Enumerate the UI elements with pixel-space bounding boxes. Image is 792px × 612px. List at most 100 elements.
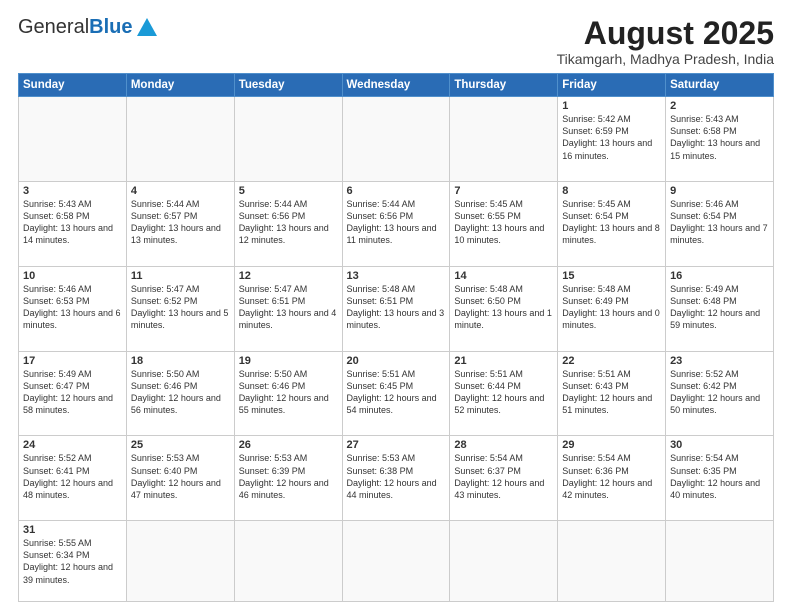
day-number: 16 [670, 270, 769, 282]
calendar-day-cell [234, 521, 342, 602]
day-info: Sunrise: 5:53 AM Sunset: 6:39 PM Dayligh… [239, 452, 338, 501]
day-info: Sunrise: 5:46 AM Sunset: 6:53 PM Dayligh… [23, 283, 122, 332]
day-number: 11 [131, 270, 230, 282]
calendar-day-cell: 4Sunrise: 5:44 AM Sunset: 6:57 PM Daylig… [126, 181, 234, 266]
calendar-day-cell [450, 521, 558, 602]
calendar-day-cell [342, 521, 450, 602]
day-info: Sunrise: 5:49 AM Sunset: 6:48 PM Dayligh… [670, 283, 769, 332]
location-subtitle: Tikamgarh, Madhya Pradesh, India [557, 51, 774, 67]
day-number: 10 [23, 270, 122, 282]
day-info: Sunrise: 5:47 AM Sunset: 6:52 PM Dayligh… [131, 283, 230, 332]
calendar-day-cell: 22Sunrise: 5:51 AM Sunset: 6:43 PM Dayli… [558, 351, 666, 436]
calendar-day-cell: 30Sunrise: 5:54 AM Sunset: 6:35 PM Dayli… [666, 436, 774, 521]
day-info: Sunrise: 5:42 AM Sunset: 6:59 PM Dayligh… [562, 113, 661, 162]
day-info: Sunrise: 5:53 AM Sunset: 6:38 PM Dayligh… [347, 452, 446, 501]
day-info: Sunrise: 5:43 AM Sunset: 6:58 PM Dayligh… [670, 113, 769, 162]
calendar-day-cell [126, 521, 234, 602]
calendar-day-cell: 20Sunrise: 5:51 AM Sunset: 6:45 PM Dayli… [342, 351, 450, 436]
day-number: 19 [239, 355, 338, 367]
calendar-day-cell: 16Sunrise: 5:49 AM Sunset: 6:48 PM Dayli… [666, 266, 774, 351]
day-info: Sunrise: 5:54 AM Sunset: 6:35 PM Dayligh… [670, 452, 769, 501]
calendar-week-row: 24Sunrise: 5:52 AM Sunset: 6:41 PM Dayli… [19, 436, 774, 521]
calendar-week-row: 10Sunrise: 5:46 AM Sunset: 6:53 PM Dayli… [19, 266, 774, 351]
day-number: 20 [347, 355, 446, 367]
day-number: 18 [131, 355, 230, 367]
day-number: 5 [239, 185, 338, 197]
calendar-day-cell [126, 97, 234, 182]
calendar-day-cell: 13Sunrise: 5:48 AM Sunset: 6:51 PM Dayli… [342, 266, 450, 351]
calendar-week-row: 17Sunrise: 5:49 AM Sunset: 6:47 PM Dayli… [19, 351, 774, 436]
calendar-header-row: SundayMondayTuesdayWednesdayThursdayFrid… [19, 74, 774, 97]
day-info: Sunrise: 5:54 AM Sunset: 6:36 PM Dayligh… [562, 452, 661, 501]
day-number: 24 [23, 439, 122, 451]
day-info: Sunrise: 5:50 AM Sunset: 6:46 PM Dayligh… [239, 368, 338, 417]
calendar-day-cell: 1Sunrise: 5:42 AM Sunset: 6:59 PM Daylig… [558, 97, 666, 182]
day-info: Sunrise: 5:49 AM Sunset: 6:47 PM Dayligh… [23, 368, 122, 417]
day-number: 17 [23, 355, 122, 367]
day-info: Sunrise: 5:52 AM Sunset: 6:42 PM Dayligh… [670, 368, 769, 417]
calendar-day-cell: 25Sunrise: 5:53 AM Sunset: 6:40 PM Dayli… [126, 436, 234, 521]
day-info: Sunrise: 5:48 AM Sunset: 6:50 PM Dayligh… [454, 283, 553, 332]
day-number: 8 [562, 185, 661, 197]
day-info: Sunrise: 5:54 AM Sunset: 6:37 PM Dayligh… [454, 452, 553, 501]
day-of-week-header: Saturday [666, 74, 774, 97]
day-info: Sunrise: 5:53 AM Sunset: 6:40 PM Dayligh… [131, 452, 230, 501]
calendar-week-row: 31Sunrise: 5:55 AM Sunset: 6:34 PM Dayli… [19, 521, 774, 602]
calendar-day-cell [450, 97, 558, 182]
day-number: 26 [239, 439, 338, 451]
day-number: 3 [23, 185, 122, 197]
day-of-week-header: Thursday [450, 74, 558, 97]
calendar-day-cell: 17Sunrise: 5:49 AM Sunset: 6:47 PM Dayli… [19, 351, 127, 436]
day-info: Sunrise: 5:44 AM Sunset: 6:56 PM Dayligh… [239, 198, 338, 247]
calendar-day-cell [234, 97, 342, 182]
calendar-day-cell: 6Sunrise: 5:44 AM Sunset: 6:56 PM Daylig… [342, 181, 450, 266]
calendar-day-cell [342, 97, 450, 182]
calendar-day-cell: 5Sunrise: 5:44 AM Sunset: 6:56 PM Daylig… [234, 181, 342, 266]
day-number: 14 [454, 270, 553, 282]
day-info: Sunrise: 5:48 AM Sunset: 6:51 PM Dayligh… [347, 283, 446, 332]
header: General Blue August 2025 Tikamgarh, Madh… [18, 16, 774, 67]
calendar-day-cell: 10Sunrise: 5:46 AM Sunset: 6:53 PM Dayli… [19, 266, 127, 351]
day-info: Sunrise: 5:43 AM Sunset: 6:58 PM Dayligh… [23, 198, 122, 247]
day-info: Sunrise: 5:46 AM Sunset: 6:54 PM Dayligh… [670, 198, 769, 247]
day-info: Sunrise: 5:48 AM Sunset: 6:49 PM Dayligh… [562, 283, 661, 332]
day-info: Sunrise: 5:47 AM Sunset: 6:51 PM Dayligh… [239, 283, 338, 332]
day-number: 30 [670, 439, 769, 451]
day-info: Sunrise: 5:45 AM Sunset: 6:54 PM Dayligh… [562, 198, 661, 247]
day-number: 6 [347, 185, 446, 197]
day-number: 7 [454, 185, 553, 197]
logo-triangle-icon [137, 18, 157, 36]
calendar-day-cell [19, 97, 127, 182]
day-info: Sunrise: 5:51 AM Sunset: 6:45 PM Dayligh… [347, 368, 446, 417]
day-number: 23 [670, 355, 769, 367]
day-number: 29 [562, 439, 661, 451]
logo: General Blue [18, 16, 157, 39]
day-number: 27 [347, 439, 446, 451]
day-of-week-header: Sunday [19, 74, 127, 97]
calendar-day-cell [666, 521, 774, 602]
day-number: 9 [670, 185, 769, 197]
calendar-day-cell: 3Sunrise: 5:43 AM Sunset: 6:58 PM Daylig… [19, 181, 127, 266]
day-info: Sunrise: 5:51 AM Sunset: 6:44 PM Dayligh… [454, 368, 553, 417]
calendar-day-cell: 29Sunrise: 5:54 AM Sunset: 6:36 PM Dayli… [558, 436, 666, 521]
calendar-day-cell: 11Sunrise: 5:47 AM Sunset: 6:52 PM Dayli… [126, 266, 234, 351]
logo-blue-text: Blue [89, 16, 132, 39]
calendar-day-cell: 28Sunrise: 5:54 AM Sunset: 6:37 PM Dayli… [450, 436, 558, 521]
calendar-table: SundayMondayTuesdayWednesdayThursdayFrid… [18, 73, 774, 602]
page: General Blue August 2025 Tikamgarh, Madh… [0, 0, 792, 612]
calendar-week-row: 3Sunrise: 5:43 AM Sunset: 6:58 PM Daylig… [19, 181, 774, 266]
day-info: Sunrise: 5:51 AM Sunset: 6:43 PM Dayligh… [562, 368, 661, 417]
day-of-week-header: Tuesday [234, 74, 342, 97]
day-of-week-header: Monday [126, 74, 234, 97]
day-number: 28 [454, 439, 553, 451]
day-number: 1 [562, 100, 661, 112]
calendar-day-cell: 15Sunrise: 5:48 AM Sunset: 6:49 PM Dayli… [558, 266, 666, 351]
calendar-week-row: 1Sunrise: 5:42 AM Sunset: 6:59 PM Daylig… [19, 97, 774, 182]
logo-general-text: General [18, 16, 89, 39]
calendar-day-cell: 26Sunrise: 5:53 AM Sunset: 6:39 PM Dayli… [234, 436, 342, 521]
day-number: 4 [131, 185, 230, 197]
day-number: 21 [454, 355, 553, 367]
calendar-day-cell [558, 521, 666, 602]
day-info: Sunrise: 5:44 AM Sunset: 6:57 PM Dayligh… [131, 198, 230, 247]
day-number: 22 [562, 355, 661, 367]
